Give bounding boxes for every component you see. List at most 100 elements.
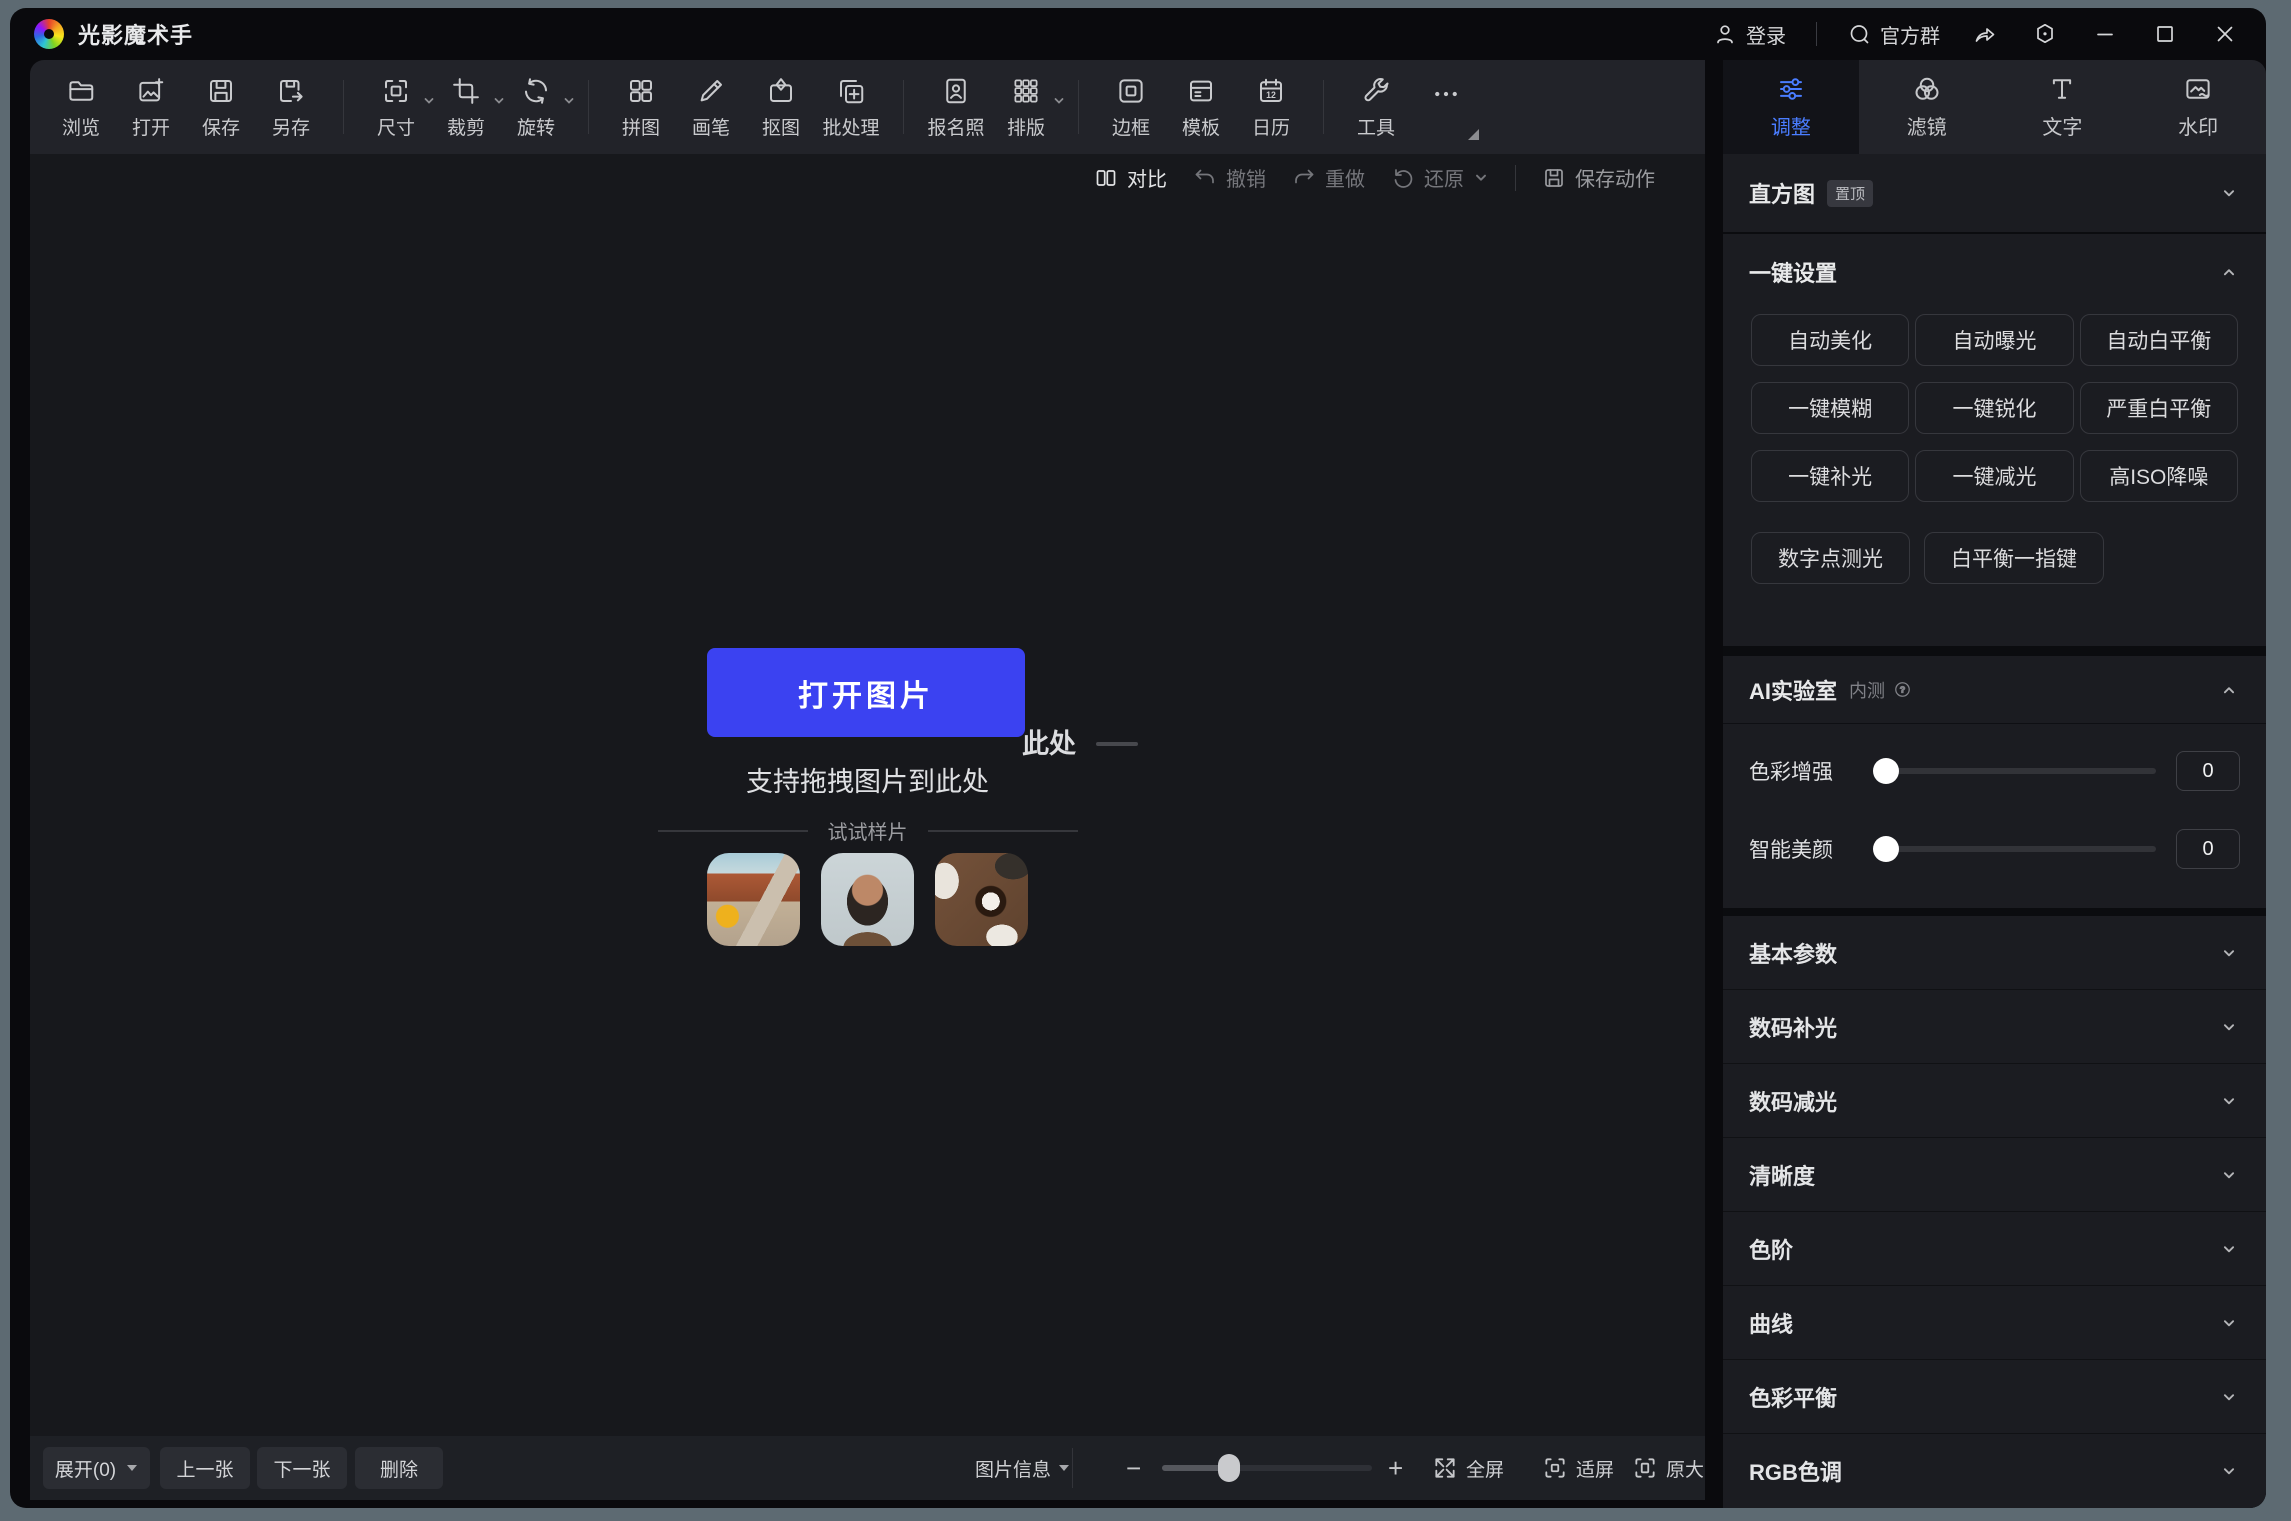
sample-photo-3[interactable] [935, 853, 1028, 946]
toolbar-open[interactable]: 打开 [122, 74, 180, 140]
color-enhance-slider[interactable] [1875, 768, 2156, 774]
divider-line [928, 830, 1078, 832]
chevron-down-icon[interactable] [422, 94, 436, 108]
toolbar-crop[interactable]: 裁剪 [437, 74, 495, 140]
restore-button[interactable]: 还原 [1391, 163, 1489, 192]
severe-white-balance-button[interactable]: 严重白平衡 [2080, 382, 2238, 434]
chevron-up-icon[interactable] [2218, 261, 2240, 283]
section-levels[interactable]: 色阶 [1723, 1212, 2266, 1286]
histogram-header[interactable]: 直方图 置顶 [1723, 154, 2266, 232]
one-key-dim-light-button[interactable]: 一键减光 [1915, 450, 2073, 502]
toolbar-calendar[interactable]: 日历 [1242, 74, 1300, 140]
section-color-balance[interactable]: 色彩平衡 [1723, 1360, 2266, 1434]
chevron-down-icon[interactable] [2218, 1386, 2240, 1408]
auto-exposure-button[interactable]: 自动曝光 [1915, 314, 2073, 366]
sample-photo-1[interactable] [707, 853, 800, 946]
settings-button[interactable] [2030, 22, 2060, 46]
maximize-button[interactable] [2150, 22, 2180, 46]
image-info-button[interactable]: 图片信息 [975, 1436, 1070, 1500]
chevron-down-icon[interactable] [492, 94, 506, 108]
smart-beauty-value[interactable]: 0 [2176, 829, 2240, 869]
tab-filter[interactable]: 滤镜 [1859, 60, 1995, 154]
slider-thumb[interactable] [1873, 836, 1899, 862]
toolbar-save[interactable]: 保存 [192, 74, 250, 140]
toolbar-template[interactable]: 模板 [1172, 74, 1230, 140]
action-bar-divider [1515, 165, 1516, 191]
toolbar-layout[interactable]: 排版 [997, 74, 1055, 140]
zoom-out-button[interactable]: − [1126, 1436, 1141, 1500]
toolbar-cutout[interactable]: 抠图 [752, 74, 810, 140]
close-button[interactable] [2210, 22, 2240, 46]
slider-thumb[interactable] [1873, 758, 1899, 784]
color-enhance-value[interactable]: 0 [2176, 751, 2240, 791]
section-clarity[interactable]: 清晰度 [1723, 1138, 2266, 1212]
section-digital-dim-light[interactable]: 数码减光 [1723, 1064, 2266, 1138]
smart-beauty-slider[interactable] [1875, 846, 2156, 852]
sample-photo-2[interactable] [821, 853, 914, 946]
chevron-down-icon[interactable] [2218, 1312, 2240, 1334]
section-rgb-tone[interactable]: RGB色调 [1723, 1434, 2266, 1508]
section-curves[interactable]: 曲线 [1723, 1286, 2266, 1360]
toolbar-more[interactable] [1417, 77, 1475, 138]
expand-button[interactable]: 展开(0) [43, 1447, 150, 1489]
minimize-button[interactable] [2090, 22, 2120, 46]
save-action-button[interactable]: 保存动作 [1542, 163, 1655, 192]
tab-adjust[interactable]: 调整 [1723, 60, 1859, 154]
toolbar-rotate[interactable]: 旋转 [507, 74, 565, 140]
prev-button[interactable]: 上一张 [160, 1447, 250, 1489]
one-key-sharpen-button[interactable]: 一键锐化 [1915, 382, 2073, 434]
chevron-down-icon[interactable] [562, 94, 576, 108]
fullscreen-button[interactable]: 全屏 [1432, 1436, 1504, 1500]
one-key-fill-light-button[interactable]: 一键补光 [1751, 450, 1909, 502]
zoom-slider[interactable] [1162, 1465, 1372, 1471]
login-button[interactable]: 登录 [1713, 20, 1786, 49]
redo-button[interactable]: 重做 [1292, 163, 1365, 192]
quick-settings-header[interactable]: 一键设置 [1723, 234, 2266, 310]
toolbar-id-photo[interactable]: 报名照 [927, 74, 985, 140]
toolbar-brush[interactable]: 画笔 [682, 74, 740, 140]
toolbar-size[interactable]: 尺寸 [367, 74, 425, 140]
toolbar-tools[interactable]: 工具 [1347, 74, 1405, 140]
chevron-down-icon[interactable] [2218, 1460, 2240, 1482]
toolbar-save-as[interactable]: 另存 [262, 74, 320, 140]
chevron-down-icon[interactable] [2218, 1090, 2240, 1112]
beta-badge: 内测 [1849, 677, 1885, 703]
toolbar-batch[interactable]: 批处理 [822, 74, 880, 140]
chevron-down-icon[interactable] [2218, 942, 2240, 964]
pin-badge[interactable]: 置顶 [1827, 180, 1873, 207]
folder-icon [66, 76, 96, 106]
ai-lab-header[interactable]: AI实验室 内测 [1723, 656, 2266, 724]
next-button[interactable]: 下一张 [257, 1447, 347, 1489]
original-size-button[interactable]: 原大 [1632, 1436, 1704, 1500]
zoom-in-button[interactable]: + [1388, 1436, 1403, 1500]
help-icon[interactable] [1893, 680, 1912, 699]
section-digital-fill-light[interactable]: 数码补光 [1723, 990, 2266, 1064]
watermark-icon [2183, 74, 2213, 104]
digital-spot-metering-button[interactable]: 数字点测光 [1751, 532, 1910, 584]
undo-button[interactable]: 撤销 [1193, 163, 1266, 192]
official-group-button[interactable]: 官方群 [1847, 20, 1940, 49]
tab-text[interactable]: 文字 [1995, 60, 2131, 154]
toolbar-border[interactable]: 边框 [1102, 74, 1160, 140]
chevron-down-icon[interactable] [2218, 182, 2240, 204]
toolbar-collage[interactable]: 拼图 [612, 74, 670, 140]
delete-button[interactable]: 删除 [355, 1447, 443, 1489]
section-basic-params[interactable]: 基本参数 [1723, 916, 2266, 990]
auto-beautify-button[interactable]: 自动美化 [1751, 314, 1909, 366]
compare-button[interactable]: 对比 [1094, 163, 1167, 192]
chevron-down-icon[interactable] [2218, 1016, 2240, 1038]
open-image-button[interactable]: 打开图片 [707, 648, 1025, 737]
tab-watermark[interactable]: 水印 [2130, 60, 2266, 154]
chevron-up-icon[interactable] [2218, 679, 2240, 701]
share-button[interactable] [1970, 22, 2000, 46]
fit-screen-button[interactable]: 适屏 [1542, 1436, 1614, 1500]
high-iso-denoise-button[interactable]: 高ISO降噪 [2080, 450, 2238, 502]
toolbar-browse[interactable]: 浏览 [52, 74, 110, 140]
chevron-down-icon[interactable] [2218, 1238, 2240, 1260]
one-key-blur-button[interactable]: 一键模糊 [1751, 382, 1909, 434]
chevron-down-icon[interactable] [2218, 1164, 2240, 1186]
white-balance-one-touch-button[interactable]: 白平衡一指键 [1924, 532, 2104, 584]
chevron-down-icon[interactable] [1052, 94, 1066, 108]
auto-white-balance-button[interactable]: 自动白平衡 [2080, 314, 2238, 366]
zoom-slider-thumb[interactable] [1218, 1454, 1240, 1482]
